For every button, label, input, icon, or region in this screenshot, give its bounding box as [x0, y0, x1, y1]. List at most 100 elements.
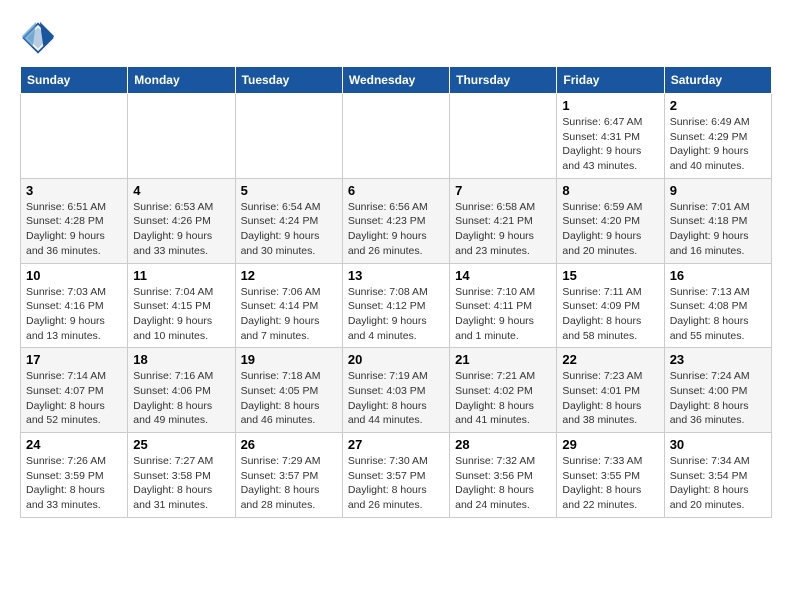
day-number: 5	[241, 183, 337, 198]
calendar-week-row: 3 Sunrise: 6:51 AM Sunset: 4:28 PM Daylig…	[21, 178, 772, 263]
calendar-week-row: 24 Sunrise: 7:26 AM Sunset: 3:59 PM Dayli…	[21, 433, 772, 518]
day-info: Sunrise: 7:24 AM Sunset: 4:00 PM Dayligh…	[670, 369, 766, 428]
day-info: Sunrise: 7:34 AM Sunset: 3:54 PM Dayligh…	[670, 454, 766, 513]
day-number: 10	[26, 268, 122, 283]
calendar-cell: 28 Sunrise: 7:32 AM Sunset: 3:56 PM Dayli…	[450, 433, 557, 518]
day-info: Sunrise: 7:21 AM Sunset: 4:02 PM Dayligh…	[455, 369, 551, 428]
calendar-cell: 13 Sunrise: 7:08 AM Sunset: 4:12 PM Dayli…	[342, 263, 449, 348]
day-number: 6	[348, 183, 444, 198]
calendar-table: SundayMondayTuesdayWednesdayThursdayFrid…	[20, 66, 772, 518]
calendar-cell: 27 Sunrise: 7:30 AM Sunset: 3:57 PM Dayli…	[342, 433, 449, 518]
day-number: 28	[455, 437, 551, 452]
weekday-header-tuesday: Tuesday	[235, 67, 342, 94]
day-number: 16	[670, 268, 766, 283]
calendar-cell	[450, 94, 557, 179]
day-info: Sunrise: 6:58 AM Sunset: 4:21 PM Dayligh…	[455, 200, 551, 259]
day-number: 27	[348, 437, 444, 452]
calendar-week-row: 1 Sunrise: 6:47 AM Sunset: 4:31 PM Daylig…	[21, 94, 772, 179]
calendar-cell: 14Sunrise: 7:10 AM Sunset: 4:11 PM Dayli…	[450, 263, 557, 348]
day-number: 29	[562, 437, 658, 452]
day-info: Sunrise: 7:03 AM Sunset: 4:16 PM Dayligh…	[26, 285, 122, 344]
day-number: 13	[348, 268, 444, 283]
day-info: Sunrise: 7:13 AM Sunset: 4:08 PM Dayligh…	[670, 285, 766, 344]
day-info: Sunrise: 7:27 AM Sunset: 3:58 PM Dayligh…	[133, 454, 229, 513]
calendar-cell: 8 Sunrise: 6:59 AM Sunset: 4:20 PM Daylig…	[557, 178, 664, 263]
calendar-cell: 5Sunrise: 6:54 AM Sunset: 4:24 PM Daylig…	[235, 178, 342, 263]
day-number: 24	[26, 437, 122, 452]
calendar-cell: 11 Sunrise: 7:04 AM Sunset: 4:15 PM Dayli…	[128, 263, 235, 348]
calendar-cell: 26 Sunrise: 7:29 AM Sunset: 3:57 PM Dayli…	[235, 433, 342, 518]
day-number: 18	[133, 352, 229, 367]
calendar-cell: 22 Sunrise: 7:23 AM Sunset: 4:01 PM Dayli…	[557, 348, 664, 433]
calendar-cell: 1 Sunrise: 6:47 AM Sunset: 4:31 PM Daylig…	[557, 94, 664, 179]
calendar-cell	[342, 94, 449, 179]
calendar-header: SundayMondayTuesdayWednesdayThursdayFrid…	[21, 67, 772, 94]
calendar-cell: 29 Sunrise: 7:33 AM Sunset: 3:55 PM Dayli…	[557, 433, 664, 518]
day-info: Sunrise: 6:53 AM Sunset: 4:26 PM Dayligh…	[133, 200, 229, 259]
page-header	[20, 20, 772, 56]
day-number: 22	[562, 352, 658, 367]
day-number: 19	[241, 352, 337, 367]
weekday-header-sunday: Sunday	[21, 67, 128, 94]
calendar-cell: 4 Sunrise: 6:53 AM Sunset: 4:26 PM Daylig…	[128, 178, 235, 263]
day-info: Sunrise: 6:51 AM Sunset: 4:28 PM Dayligh…	[26, 200, 122, 259]
calendar-cell: 12 Sunrise: 7:06 AM Sunset: 4:14 PM Dayli…	[235, 263, 342, 348]
day-number: 11	[133, 268, 229, 283]
day-number: 3	[26, 183, 122, 198]
day-number: 12	[241, 268, 337, 283]
day-info: Sunrise: 6:47 AM Sunset: 4:31 PM Dayligh…	[562, 115, 658, 174]
calendar-cell: 24 Sunrise: 7:26 AM Sunset: 3:59 PM Dayli…	[21, 433, 128, 518]
calendar-cell: 17 Sunrise: 7:14 AM Sunset: 4:07 PM Dayli…	[21, 348, 128, 433]
calendar-cell	[235, 94, 342, 179]
day-number: 30	[670, 437, 766, 452]
day-info: Sunrise: 7:30 AM Sunset: 3:57 PM Dayligh…	[348, 454, 444, 513]
day-info: Sunrise: 7:16 AM Sunset: 4:06 PM Dayligh…	[133, 369, 229, 428]
day-number: 15	[562, 268, 658, 283]
weekday-header-thursday: Thursday	[450, 67, 557, 94]
day-number: 7	[455, 183, 551, 198]
day-info: Sunrise: 6:56 AM Sunset: 4:23 PM Dayligh…	[348, 200, 444, 259]
calendar-cell: 2 Sunrise: 6:49 AM Sunset: 4:29 PM Daylig…	[664, 94, 771, 179]
day-number: 14	[455, 268, 551, 283]
calendar-cell: 19 Sunrise: 7:18 AM Sunset: 4:05 PM Dayli…	[235, 348, 342, 433]
calendar-cell: 15 Sunrise: 7:11 AM Sunset: 4:09 PM Dayli…	[557, 263, 664, 348]
day-number: 21	[455, 352, 551, 367]
day-info: Sunrise: 7:32 AM Sunset: 3:56 PM Dayligh…	[455, 454, 551, 513]
day-info: Sunrise: 7:11 AM Sunset: 4:09 PM Dayligh…	[562, 285, 658, 344]
calendar-body: 1 Sunrise: 6:47 AM Sunset: 4:31 PM Daylig…	[21, 94, 772, 518]
day-info: Sunrise: 7:04 AM Sunset: 4:15 PM Dayligh…	[133, 285, 229, 344]
day-info: Sunrise: 7:08 AM Sunset: 4:12 PM Dayligh…	[348, 285, 444, 344]
calendar-cell: 20Sunrise: 7:19 AM Sunset: 4:03 PM Dayli…	[342, 348, 449, 433]
day-number: 17	[26, 352, 122, 367]
day-number: 4	[133, 183, 229, 198]
day-info: Sunrise: 7:14 AM Sunset: 4:07 PM Dayligh…	[26, 369, 122, 428]
calendar-cell	[21, 94, 128, 179]
day-info: Sunrise: 7:23 AM Sunset: 4:01 PM Dayligh…	[562, 369, 658, 428]
day-number: 26	[241, 437, 337, 452]
day-number: 20	[348, 352, 444, 367]
calendar-cell: 21 Sunrise: 7:21 AM Sunset: 4:02 PM Dayli…	[450, 348, 557, 433]
calendar-cell: 7 Sunrise: 6:58 AM Sunset: 4:21 PM Daylig…	[450, 178, 557, 263]
calendar-week-row: 10 Sunrise: 7:03 AM Sunset: 4:16 PM Dayli…	[21, 263, 772, 348]
calendar-week-row: 17 Sunrise: 7:14 AM Sunset: 4:07 PM Dayli…	[21, 348, 772, 433]
day-number: 2	[670, 98, 766, 113]
day-info: Sunrise: 6:59 AM Sunset: 4:20 PM Dayligh…	[562, 200, 658, 259]
calendar-cell: 18 Sunrise: 7:16 AM Sunset: 4:06 PM Dayli…	[128, 348, 235, 433]
weekday-header-saturday: Saturday	[664, 67, 771, 94]
logo-icon	[20, 20, 56, 56]
day-info: Sunrise: 7:26 AM Sunset: 3:59 PM Dayligh…	[26, 454, 122, 513]
calendar-cell: 16 Sunrise: 7:13 AM Sunset: 4:08 PM Dayli…	[664, 263, 771, 348]
weekday-header-wednesday: Wednesday	[342, 67, 449, 94]
day-info: Sunrise: 7:33 AM Sunset: 3:55 PM Dayligh…	[562, 454, 658, 513]
calendar-cell: 23Sunrise: 7:24 AM Sunset: 4:00 PM Dayli…	[664, 348, 771, 433]
weekday-header-monday: Monday	[128, 67, 235, 94]
day-info: Sunrise: 7:29 AM Sunset: 3:57 PM Dayligh…	[241, 454, 337, 513]
day-info: Sunrise: 7:06 AM Sunset: 4:14 PM Dayligh…	[241, 285, 337, 344]
day-number: 8	[562, 183, 658, 198]
calendar-cell: 3 Sunrise: 6:51 AM Sunset: 4:28 PM Daylig…	[21, 178, 128, 263]
calendar-cell: 6 Sunrise: 6:56 AM Sunset: 4:23 PM Daylig…	[342, 178, 449, 263]
day-info: Sunrise: 6:49 AM Sunset: 4:29 PM Dayligh…	[670, 115, 766, 174]
day-info: Sunrise: 7:18 AM Sunset: 4:05 PM Dayligh…	[241, 369, 337, 428]
day-number: 1	[562, 98, 658, 113]
day-number: 9	[670, 183, 766, 198]
